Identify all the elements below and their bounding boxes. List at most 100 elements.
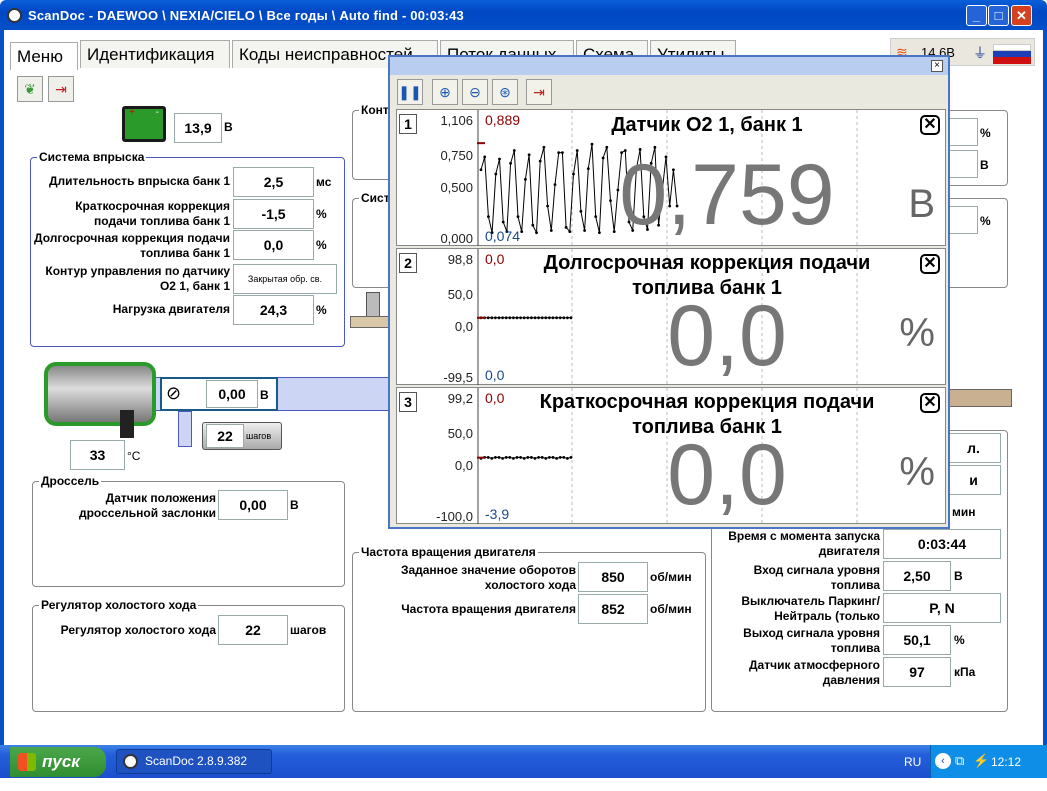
pause-button[interactable]: ❚❚: [397, 79, 423, 105]
taskbar-app-button[interactable]: ScanDoc 2.8.9.382: [116, 749, 272, 774]
data-point: [516, 215, 520, 219]
graph-peak-min: -3,9: [485, 506, 510, 522]
fuel-out-value: 50,1: [883, 625, 951, 655]
battery-icon: + -: [122, 106, 166, 142]
fuel-out-unit: %: [954, 633, 965, 647]
data-point: [508, 316, 512, 320]
data-point: [568, 230, 572, 233]
data-point: [508, 456, 512, 459]
data-point: [483, 155, 487, 159]
engine-rpm-label: Частота вращения двигателя: [401, 602, 576, 616]
tab-menu[interactable]: Меню: [10, 42, 78, 70]
graph-peak-min: 0,074: [485, 228, 521, 244]
data-point: [486, 316, 490, 320]
data-point: [486, 456, 490, 459]
popup-titlebar[interactable]: ×: [390, 57, 948, 75]
engine-icon: [44, 362, 156, 426]
language-indicator[interactable]: RU: [904, 755, 921, 769]
zoom-in-button[interactable]: ⊕: [432, 79, 458, 105]
graph-close-button[interactable]: ✕: [920, 254, 940, 274]
misc-partial-value-2: и: [946, 465, 1001, 495]
data-point: [548, 456, 551, 459]
right-mid-value: [946, 206, 978, 234]
usb-icon[interactable]: ⚡: [973, 753, 989, 769]
injection-duration-label: Длительность впрыска банк 1: [48, 174, 230, 188]
clock: 12:12: [991, 755, 1022, 769]
data-point: [564, 225, 568, 229]
data-point: [501, 316, 504, 320]
baro-unit: кПа: [954, 665, 976, 679]
data-point: [512, 316, 515, 320]
graph-close-button[interactable]: ✕: [920, 393, 940, 413]
tray-expand-icon[interactable]: ‹: [935, 753, 951, 769]
stft-unit: %: [316, 207, 327, 221]
data-point: [575, 149, 579, 152]
tps-label: Датчик положения дроссельной заслонки: [78, 491, 216, 520]
intake-bar: [946, 389, 1012, 407]
data-point: [494, 456, 497, 459]
iac-label: Регулятор холостого хода: [60, 623, 216, 637]
injection-duration-unit: мс: [316, 175, 332, 189]
data-point: [555, 316, 558, 320]
data-point: [494, 172, 498, 176]
data-point: [542, 145, 546, 149]
data-point: [537, 316, 540, 320]
windows-logo-icon: [18, 753, 36, 771]
app-icon: [7, 8, 22, 23]
bottom-strip: [0, 778, 1047, 791]
data-point: [566, 316, 569, 320]
graph-peak-min: 0,0: [485, 367, 505, 383]
graph-ymax: 98,8: [447, 252, 473, 267]
injection-title: Система впрыска: [37, 150, 147, 164]
maximize-button[interactable]: □: [988, 5, 1009, 26]
start-button[interactable]: пуск: [10, 747, 106, 777]
runtime-value: 0:03:44: [883, 529, 1001, 559]
close-button[interactable]: ✕: [1011, 5, 1032, 26]
start-label: пуск: [42, 752, 80, 771]
zoom-fit-button[interactable]: ⊛: [492, 79, 518, 105]
app-icon-small: [123, 754, 138, 769]
graph-popup: × ❚❚ ⊕ ⊖ ⊛ ⇥ 1 1,106 0,750 0,500 0,000 0,889 0…: [388, 55, 950, 529]
leaf-icon-button[interactable]: ❦: [17, 76, 43, 102]
popup-exit-button[interactable]: ⇥: [526, 79, 552, 105]
right-top-unit-2: В: [980, 158, 989, 172]
network-icon[interactable]: ⧉: [955, 753, 964, 769]
data-point: [509, 161, 512, 165]
graph-unit: %: [899, 450, 935, 494]
graph-ymid2: 0,500: [440, 180, 473, 195]
coolant-value: 33: [70, 440, 125, 470]
data-point: [558, 456, 562, 459]
graph-close-button[interactable]: ✕: [920, 115, 940, 135]
rpm-title: Частота вращения двигателя: [359, 545, 538, 559]
graph-ymid1: 0,750: [440, 148, 473, 163]
fuel-in-label: Вход сигнала уровня топлива: [753, 563, 880, 592]
data-point: [501, 220, 505, 224]
graph-unit: В: [908, 182, 935, 226]
data-point: [520, 230, 524, 233]
data-point: [497, 456, 501, 459]
control-group-partial: Контр: [352, 103, 399, 180]
graph-title: Краткосрочная коррекция подачи топлива б…: [539, 391, 875, 438]
popup-close-button[interactable]: ×: [931, 60, 943, 72]
graph-ymax: 99,2: [447, 391, 473, 406]
data-point: [515, 456, 519, 459]
ltft-label: Долгосрочная коррекция подачи топлива ба…: [34, 231, 230, 260]
o2-loop-value: Закрытая обр. св.: [233, 264, 337, 294]
minimize-button[interactable]: _: [966, 5, 987, 26]
data-point: [583, 229, 586, 232]
tab-identification[interactable]: Идентификация: [80, 40, 230, 68]
zoom-out-button[interactable]: ⊖: [462, 79, 488, 105]
data-point: [527, 153, 531, 157]
frame-right: [1043, 30, 1047, 745]
injector-icon: [350, 292, 390, 338]
data-point: [526, 456, 530, 459]
right-top-value-1: [946, 118, 978, 146]
data-point: [579, 209, 583, 213]
data-point: [562, 316, 566, 320]
taskbar: пуск ScanDoc 2.8.9.382 RU ‹ ⧉ ⚡ 12:12: [0, 745, 1047, 778]
exit-icon-button[interactable]: ⇥: [48, 76, 74, 102]
data-point: [544, 316, 548, 320]
throttle-title: Дроссель: [39, 474, 102, 488]
data-point: [515, 316, 519, 320]
data-point: [544, 456, 548, 460]
